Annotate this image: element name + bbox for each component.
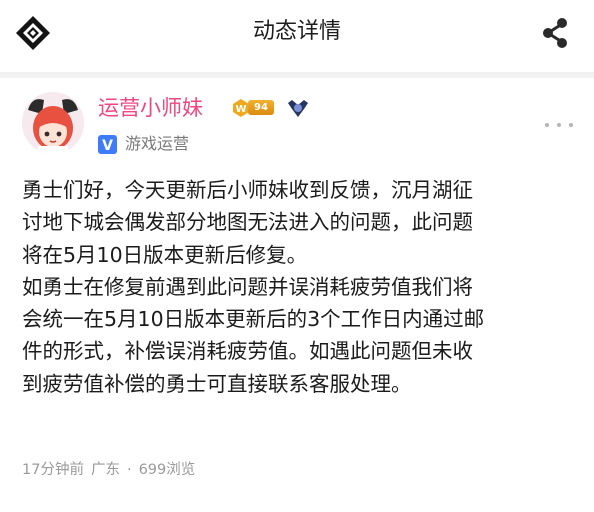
section-divider (0, 72, 594, 78)
post-content: 勇士们好，今天更新后小师妹收到反馈，沉月湖征 讨地下城会偶发部分地图无法进入的问… (22, 174, 578, 400)
post-line: 将在5月10日版本更新后修复。 (22, 242, 308, 267)
verified-v-icon: V (98, 135, 117, 154)
view-count: 699浏览 (138, 462, 196, 478)
top-bar: 动态详情 (0, 0, 594, 66)
meta-dot: · (126, 462, 132, 478)
post-line: 到疲劳值补偿的勇士可直接联系客服处理。 (22, 371, 412, 396)
author-role: 游戏运营 (125, 134, 190, 153)
rank-emblem-icon (286, 97, 310, 119)
post-line: 会统一在5月10日版本更新后的3个工作日内通过邮 (22, 307, 485, 332)
post-line: 如勇士在修复前遇到此问题并误消耗疲劳值我们将 (22, 274, 473, 299)
verify-mark: V (102, 138, 113, 154)
author-name[interactable]: 运营小师妹 (98, 94, 203, 122)
post-time: 17分钟前 (22, 462, 84, 478)
page-title: 动态详情 (252, 19, 341, 44)
post-line: 讨地下城会偶发部分地图无法进入的问题，此问题 (22, 210, 473, 235)
post-meta: 17分钟前 广东 · 699浏览 (22, 460, 202, 480)
more-dots-icon[interactable] (544, 118, 574, 132)
share-icon[interactable] (536, 14, 574, 52)
vip-level-badge-icon: W 94 (231, 98, 277, 118)
svg-text:W: W (235, 104, 246, 115)
avatar[interactable] (22, 92, 84, 154)
post-location: 广东 (90, 462, 120, 478)
post-line: 件的形式，补偿误消耗疲劳值。如遇此问题但未收 (22, 339, 473, 364)
post-line: 勇士们好，今天更新后小师妹收到反馈，沉月湖征 (22, 178, 473, 202)
level-number: 94 (248, 100, 274, 115)
